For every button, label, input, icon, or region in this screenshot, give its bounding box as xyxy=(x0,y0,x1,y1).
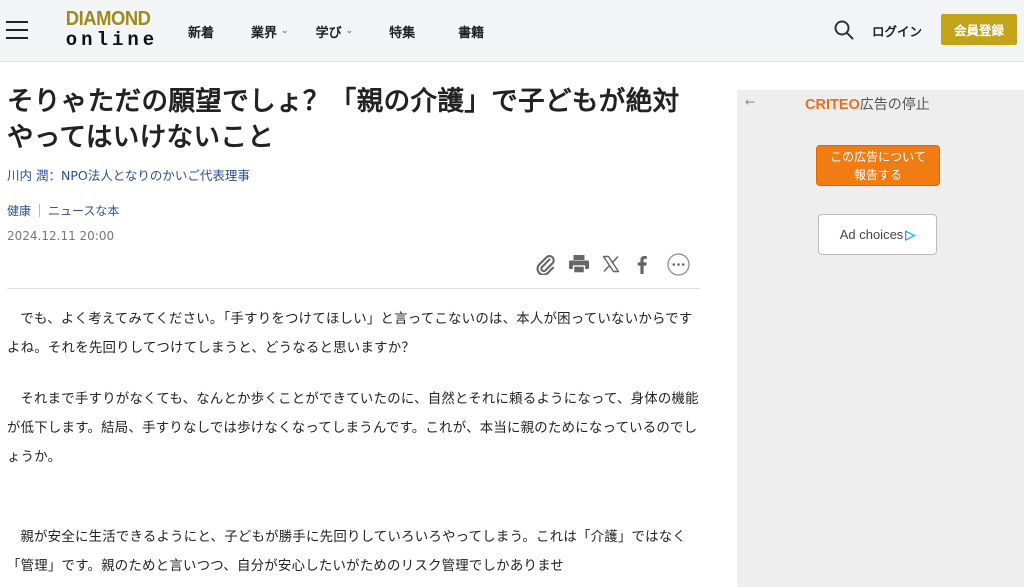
back-arrow-icon[interactable]: ← xyxy=(745,95,755,109)
article-paragraph: それまで手すりがなくても、なんとか歩くことができていたのに、自然とそれに頼るよう… xyxy=(7,392,699,465)
site-header: DIAMOND online 新着 業界 ⌄ 学び ⌄ 特集 書籍 ログイン 会… xyxy=(0,0,1024,62)
ad-panel: ← CRITEO広告の停止 この広告について 報告する Ad choices ▷ xyxy=(737,90,1024,587)
report-ad-label-line1: この広告について xyxy=(830,150,926,164)
nav-item-learning[interactable]: 学び ⌄ xyxy=(316,22,354,41)
menu-icon[interactable] xyxy=(6,20,28,40)
clip-icon[interactable] xyxy=(534,252,556,276)
content-divider xyxy=(7,288,700,289)
article-paragraph: でも、よく考えてみてください。「手すりをつけてほしい」と言ってこないのは、本人が… xyxy=(7,312,693,356)
author-link[interactable]: 川内 潤：NPO法人となりのかいご代表理事 xyxy=(7,165,250,184)
ad-choices-icon: ▷ xyxy=(905,226,916,242)
share-bar xyxy=(534,252,690,276)
nav-label: 特集 xyxy=(389,25,416,41)
facebook-icon[interactable] xyxy=(634,252,650,276)
logo-top-text: DIAMOND xyxy=(65,8,151,30)
ad-stop-header[interactable]: CRITEO広告の停止 xyxy=(805,94,930,114)
logo-bottom-text: online xyxy=(65,29,159,51)
report-ad-label-line2: 報告する xyxy=(853,168,902,182)
more-icon[interactable] xyxy=(666,252,690,276)
chevron-down-icon: ⌄ xyxy=(345,26,354,36)
chevron-down-icon: ⌄ xyxy=(281,26,289,36)
ad-choices-label: Ad choices xyxy=(839,227,904,242)
main-nav: 新着 業界 ⌄ 学び ⌄ 特集 書籍 xyxy=(188,0,484,62)
nav-label: 書籍 xyxy=(458,25,485,41)
nav-item-industry[interactable]: 業界 ⌄ xyxy=(251,22,289,41)
tag-health[interactable]: 健康 xyxy=(7,202,31,219)
nav-item-books[interactable]: 書籍 xyxy=(458,22,484,41)
search-icon[interactable] xyxy=(834,20,854,40)
publish-date: 2024.12.11 20:00 xyxy=(7,229,115,243)
nav-label: 学び xyxy=(315,25,342,41)
ad-choices-button[interactable]: Ad choices ▷ xyxy=(818,214,937,255)
login-link[interactable]: ログイン xyxy=(872,21,922,40)
nav-item-features[interactable]: 特集 xyxy=(389,22,415,41)
article-paragraph: 親が安全に生活できるようにと、子どもが勝手に先回りしていろいろやってしまう。これ… xyxy=(7,530,687,574)
ad-stop-label: 広告の停止 xyxy=(859,97,930,113)
x-icon[interactable] xyxy=(600,252,622,276)
nav-label: 新着 xyxy=(188,25,215,41)
register-button[interactable]: 会員登録 xyxy=(941,14,1017,45)
report-ad-button[interactable]: この広告について 報告する xyxy=(816,145,940,186)
nav-label: 業界 xyxy=(251,25,278,41)
print-icon[interactable] xyxy=(567,252,591,276)
article-title: そりゃただの願望でしょ？「親の介護」で子どもが絶対やってはいけないこと xyxy=(7,86,680,153)
tag-news-book[interactable]: ニュースな本 xyxy=(48,202,119,219)
nav-item-new[interactable]: 新着 xyxy=(188,22,214,41)
article-tags: 健康 ニュースな本 xyxy=(7,202,119,219)
site-logo[interactable]: DIAMOND online xyxy=(64,9,160,51)
tag-divider xyxy=(39,204,41,217)
criteo-logo: CRITEO xyxy=(805,97,860,113)
